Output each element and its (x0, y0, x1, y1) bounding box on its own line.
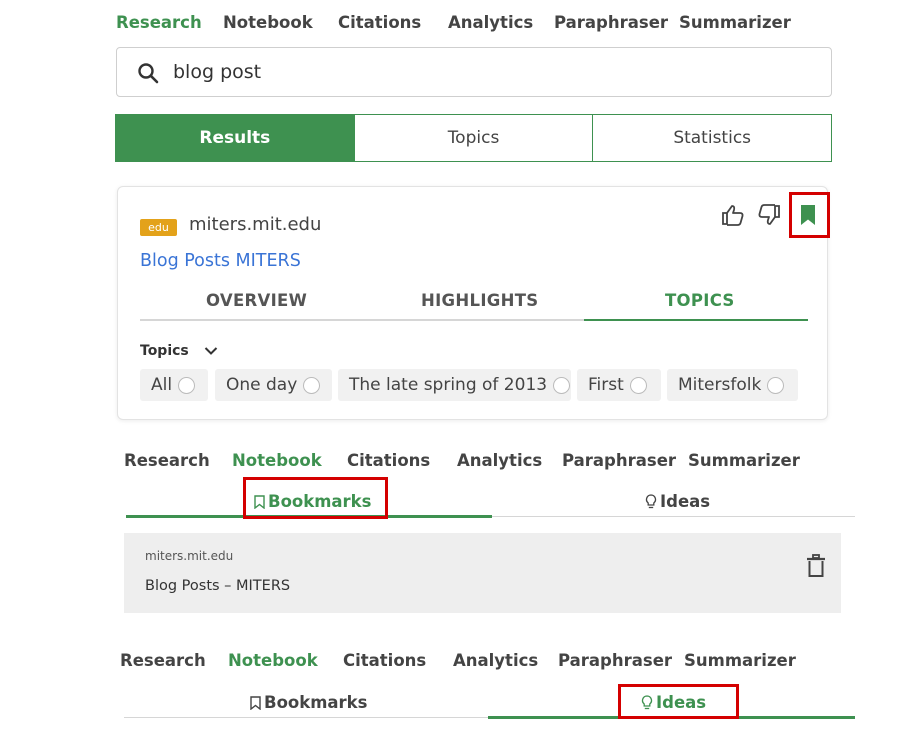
chip-label: The late spring of 2013 (349, 375, 548, 395)
bookmark-domain: miters.mit.edu (145, 549, 234, 563)
nav-analytics[interactable]: Analytics (457, 451, 542, 470)
nav-paraphraser[interactable]: Paraphraser (562, 451, 676, 470)
tab-bookmarks-label: Bookmarks (264, 693, 368, 712)
nav-research[interactable]: Research (120, 651, 206, 670)
result-detail-tabs: OVERVIEW HIGHLIGHTS TOPICS (140, 289, 808, 321)
active-tab-indicator (488, 716, 855, 719)
result-view-tabs: Results Topics Statistics (115, 114, 832, 162)
lightbulb-icon (641, 694, 653, 709)
nav-notebook[interactable]: Notebook (228, 651, 318, 670)
radio-icon (303, 376, 321, 394)
notebook-tabs: Bookmarks Ideas (124, 490, 855, 526)
topics-label[interactable]: Topics (140, 343, 189, 359)
topic-chip[interactable]: First (577, 369, 661, 401)
nav-notebook[interactable]: Notebook (232, 451, 322, 470)
result-card: edu miters.mit.edu Blog Posts MITERS OVE… (117, 186, 828, 420)
tab-ideas[interactable]: Ideas (641, 693, 706, 712)
nav-paraphraser[interactable]: Paraphraser (554, 13, 668, 32)
tab-bookmarks-label: Bookmarks (268, 492, 372, 511)
radio-icon (767, 376, 785, 394)
tab-ideas-label: Ideas (660, 492, 711, 511)
nav-notebook[interactable]: Notebook (223, 13, 313, 32)
topic-chip[interactable]: The late spring of 2013 (338, 369, 571, 401)
thumbs-up-icon[interactable] (720, 203, 746, 227)
chip-label: One day (226, 375, 298, 395)
nav-citations[interactable]: Citations (347, 451, 430, 470)
tab-ideas-label: Ideas (656, 693, 707, 712)
bookmark-filled-icon[interactable] (800, 204, 816, 226)
tab-bookmarks[interactable]: Bookmarks (250, 693, 367, 712)
nav-summarizer[interactable]: Summarizer (679, 13, 791, 32)
tab-ideas[interactable]: Ideas (645, 492, 710, 511)
nav-citations[interactable]: Citations (343, 651, 426, 670)
topic-chip[interactable]: One day (215, 369, 332, 401)
chip-label: All (151, 375, 173, 395)
tab-statistics[interactable]: Statistics (592, 115, 831, 161)
trash-icon[interactable] (806, 554, 826, 578)
nav-research[interactable]: Research (116, 13, 202, 32)
topic-chip[interactable]: All (140, 369, 208, 401)
nav-summarizer[interactable]: Summarizer (688, 451, 800, 470)
nav-analytics[interactable]: Analytics (453, 651, 538, 670)
thumbs-down-icon[interactable] (756, 203, 782, 227)
result-title-link[interactable]: Blog Posts MITERS (140, 251, 301, 271)
chip-label: First (588, 375, 624, 395)
search-input[interactable]: blog post (173, 61, 261, 83)
bookmark-title[interactable]: Blog Posts – MITERS (145, 578, 290, 594)
nav-summarizer[interactable]: Summarizer (684, 651, 796, 670)
tab-overview[interactable]: OVERVIEW (206, 291, 307, 310)
tab-results[interactable]: Results (116, 115, 354, 161)
edu-badge: edu (140, 219, 177, 236)
tab-bookmarks[interactable]: Bookmarks (254, 492, 371, 511)
result-domain: miters.mit.edu (189, 214, 322, 235)
search-icon (138, 63, 159, 84)
bookmark-outline-icon (254, 494, 265, 509)
nav-paraphraser[interactable]: Paraphraser (558, 651, 672, 670)
chevron-down-icon[interactable] (204, 346, 218, 356)
radio-icon (553, 376, 571, 394)
active-tab-indicator (584, 319, 808, 321)
tab-highlights[interactable]: HIGHLIGHTS (421, 291, 538, 310)
notebook-tabs-2: Bookmarks Ideas (124, 691, 855, 727)
topic-chip[interactable]: Mitersfolk (667, 369, 798, 401)
bookmark-outline-icon (250, 695, 261, 710)
active-tab-indicator (126, 515, 492, 518)
lightbulb-icon (645, 493, 657, 508)
tab-topics[interactable]: Topics (353, 115, 593, 161)
tab-topics-detail[interactable]: TOPICS (665, 291, 735, 310)
search-box[interactable]: blog post (116, 47, 832, 97)
radio-icon (178, 376, 196, 394)
bookmark-item[interactable]: miters.mit.edu Blog Posts – MITERS (124, 533, 841, 613)
nav-analytics[interactable]: Analytics (448, 13, 533, 32)
chip-label: Mitersfolk (678, 375, 762, 395)
nav-research[interactable]: Research (124, 451, 210, 470)
nav-citations[interactable]: Citations (338, 13, 421, 32)
radio-icon (629, 376, 647, 394)
